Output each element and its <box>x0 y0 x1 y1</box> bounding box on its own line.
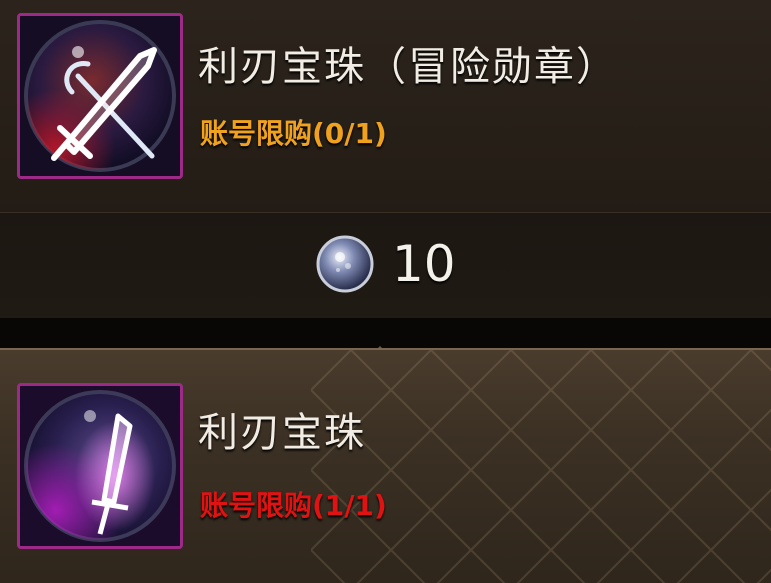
purchase-limit: 账号限购(0/1) <box>200 117 387 150</box>
purchase-limit: 账号限购(1/1) <box>200 489 387 522</box>
purple-sword-orb-icon[interactable] <box>17 383 183 549</box>
price-value: 10 <box>392 235 456 293</box>
price[interactable]: 10 <box>316 234 456 294</box>
shop-item-card[interactable]: 利刃宝珠（冒险勋章） 账号限购(0/1) 10 <box>0 0 771 319</box>
card-separator <box>0 318 771 348</box>
silver-orb-coin-icon <box>316 235 374 293</box>
background-pattern <box>311 350 771 583</box>
item-title: 利刃宝珠 <box>198 410 366 456</box>
item-title: 利刃宝珠（冒险勋章） <box>198 44 618 90</box>
crossed-swords-orb-icon[interactable] <box>17 13 183 179</box>
